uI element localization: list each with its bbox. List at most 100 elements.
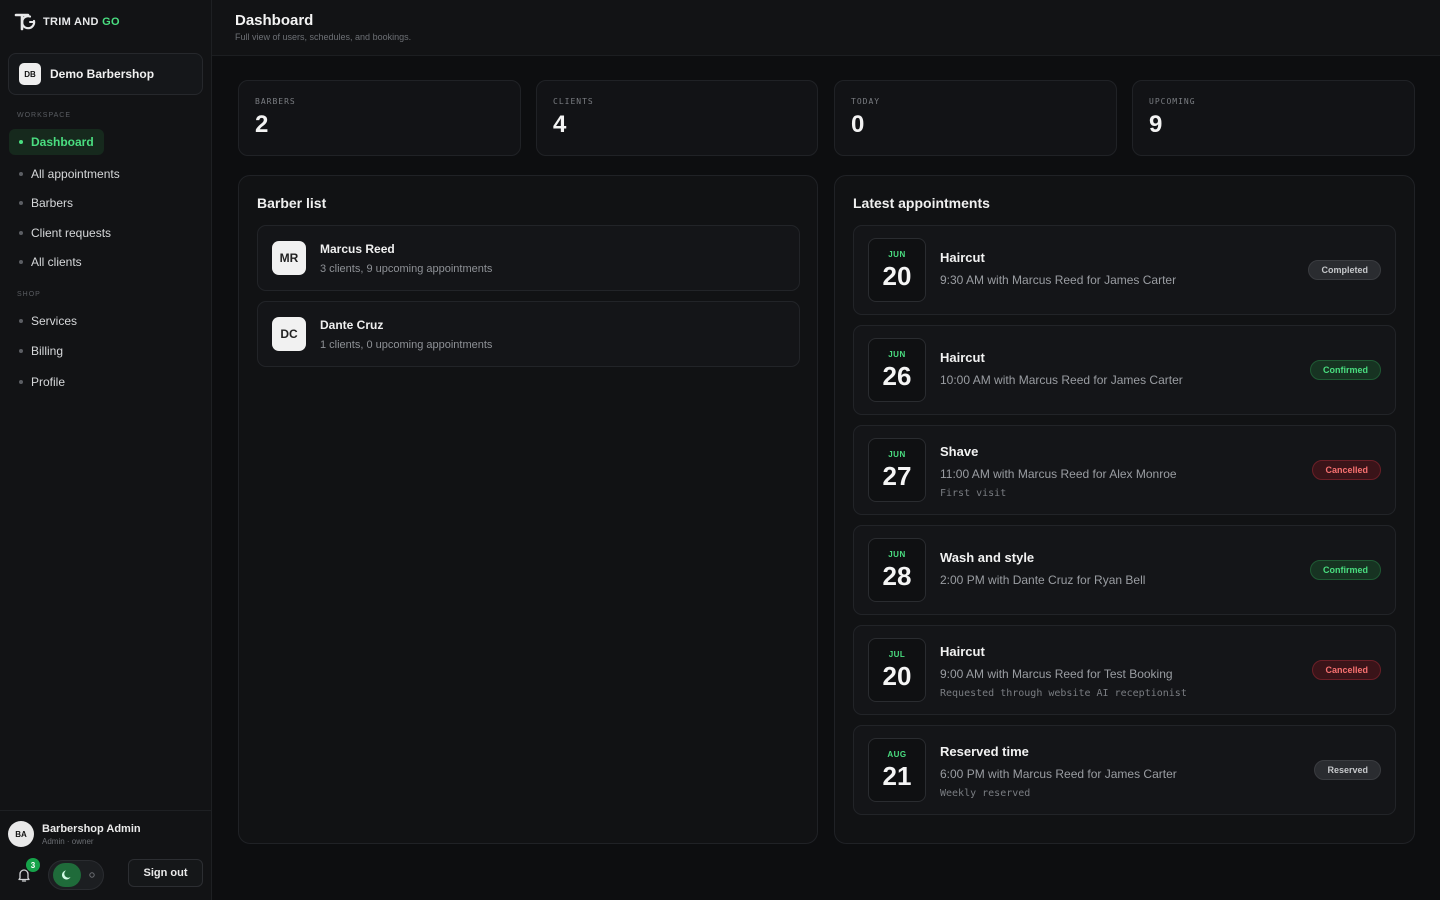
sidebar-item-label: Services	[31, 314, 78, 328]
appointment-service: Reserved time	[940, 744, 1029, 759]
status-badge: Confirmed	[1310, 360, 1381, 380]
date-month: AUG	[887, 750, 907, 759]
nav-section-workspace: WORKSPACE	[17, 112, 71, 119]
nav-section-shop: SHOP	[17, 291, 41, 298]
appointment-detail: 9:30 AM with Marcus Reed for James Carte…	[940, 273, 1177, 287]
date-badge: AUG 21	[868, 738, 926, 802]
status-badge: Confirmed	[1310, 560, 1381, 580]
appointment-row[interactable]: JUN 27 Shave 11:00 AM with Marcus Reed f…	[853, 425, 1396, 515]
appointment-detail: 11:00 AM with Marcus Reed for Alex Monro…	[940, 467, 1177, 481]
date-badge: JUN 20	[868, 238, 926, 302]
brand-name: TRIM AND GO	[43, 16, 120, 28]
logo-icon	[14, 13, 36, 31]
appointment-note: Requested through website AI receptionis…	[940, 688, 1187, 699]
date-month: JUL	[888, 650, 906, 659]
sidebar-item-all-clients[interactable]: All clients	[9, 249, 92, 275]
bullet-icon	[19, 380, 23, 384]
date-month: JUN	[888, 250, 906, 259]
sidebar-item-billing[interactable]: Billing	[9, 338, 73, 364]
panel-title: Latest appointments	[853, 195, 990, 211]
bullet-icon	[19, 319, 23, 323]
appointment-detail: 6:00 PM with Marcus Reed for James Carte…	[940, 767, 1177, 781]
sidebar-item-all-appointments[interactable]: All appointments	[9, 161, 130, 187]
page-subtitle: Full view of users, schedules, and booki…	[235, 32, 412, 42]
sidebar-footer: BA Barbershop Admin Admin · owner 3 Sign…	[0, 810, 212, 900]
appointment-service: Haircut	[940, 644, 985, 659]
date-day: 28	[882, 561, 912, 591]
stat-value: 0	[851, 111, 865, 138]
sidebar-item-label: Billing	[31, 344, 64, 358]
appointment-service: Haircut	[940, 350, 985, 365]
appointment-note: First visit	[940, 488, 1007, 499]
stat-card-today: TODAY 0	[834, 80, 1117, 156]
page-title: Dashboard	[235, 12, 314, 29]
appointment-service: Haircut	[940, 250, 985, 265]
list-item[interactable]: MR Marcus Reed 3 clients, 9 upcoming app…	[257, 225, 800, 291]
sidebar-item-barbers[interactable]: Barbers	[9, 190, 83, 216]
date-day: 21	[882, 761, 912, 791]
barber-meta: 3 clients, 9 upcoming appointments	[320, 262, 493, 275]
date-day: 27	[882, 461, 912, 491]
sidebar-item-label: Client requests	[31, 226, 112, 240]
appointment-row[interactable]: JUN 26 Haircut 10:00 AM with Marcus Reed…	[853, 325, 1396, 415]
user-role: Admin · owner	[42, 836, 94, 846]
sidebar-item-label: Profile	[31, 375, 66, 389]
stat-value: 2	[255, 111, 269, 138]
barber-list-panel: Barber list MR Marcus Reed 3 clients, 9 …	[238, 175, 818, 844]
notifications-button[interactable]: 3	[10, 858, 40, 889]
status-badge: Cancelled	[1312, 660, 1381, 680]
appointment-row[interactable]: AUG 21 Reserved time 6:00 PM with Marcus…	[853, 725, 1396, 815]
date-day: 20	[882, 261, 912, 291]
avatar: DC	[272, 317, 306, 351]
sidebar-item-client-requests[interactable]: Client requests	[9, 220, 121, 246]
stat-label: TODAY	[851, 97, 881, 106]
user-name: Barbershop Admin	[42, 822, 141, 835]
workspace-switcher[interactable]: DB Demo Barbershop	[8, 53, 203, 95]
bullet-icon	[19, 260, 23, 264]
page-header: Dashboard Full view of users, schedules,…	[212, 0, 1440, 56]
theme-knob	[53, 863, 81, 887]
sidebar-item-profile[interactable]: Profile	[9, 369, 75, 395]
avatar: MR	[272, 241, 306, 275]
theme-toggle[interactable]	[48, 860, 104, 890]
moon-icon	[61, 870, 71, 880]
bullet-icon	[19, 231, 23, 235]
workspace-name: Demo Barbershop	[50, 67, 155, 81]
stat-value: 4	[553, 111, 567, 138]
brand[interactable]: TRIM AND GO	[14, 12, 120, 32]
sidebar-item-services[interactable]: Services	[9, 308, 87, 334]
status-badge: Cancelled	[1312, 460, 1381, 480]
stat-card-upcoming: UPCOMING 9	[1132, 80, 1415, 156]
stat-label: UPCOMING	[1149, 97, 1196, 106]
list-item[interactable]: DC Dante Cruz 1 clients, 0 upcoming appo…	[257, 301, 800, 367]
date-badge: JUN 26	[868, 338, 926, 402]
sidebar-item-label: All clients	[31, 255, 82, 269]
date-day: 20	[882, 661, 912, 691]
bullet-icon	[19, 349, 23, 353]
appointment-detail: 10:00 AM with Marcus Reed for James Cart…	[940, 373, 1183, 387]
appointment-row[interactable]: JUN 28 Wash and style 2:00 PM with Dante…	[853, 525, 1396, 615]
date-month: JUN	[888, 550, 906, 559]
avatar: BA	[8, 821, 34, 847]
stat-label: CLIENTS	[553, 97, 594, 106]
panel-title: Barber list	[257, 195, 327, 211]
notification-count-badge: 3	[26, 858, 40, 872]
sidebar-item-dashboard[interactable]: Dashboard	[9, 129, 104, 155]
bullet-icon	[19, 201, 23, 205]
appointment-detail: 2:00 PM with Dante Cruz for Ryan Bell	[940, 573, 1146, 587]
date-badge: JUL 20	[868, 638, 926, 702]
barber-meta: 1 clients, 0 upcoming appointments	[320, 338, 493, 351]
sun-icon	[89, 872, 95, 878]
appointment-note: Weekly reserved	[940, 788, 1031, 799]
sidebar-item-label: Dashboard	[31, 135, 94, 149]
barber-name: Marcus Reed	[320, 241, 395, 256]
sign-out-button[interactable]: Sign out	[128, 859, 203, 887]
appointment-service: Shave	[940, 444, 979, 459]
bullet-icon	[19, 140, 23, 144]
date-month: JUN	[888, 350, 906, 359]
sidebar-item-label: All appointments	[31, 167, 120, 181]
appointment-row[interactable]: JUN 20 Haircut 9:30 AM with Marcus Reed …	[853, 225, 1396, 315]
appointment-row[interactable]: JUL 20 Haircut 9:00 AM with Marcus Reed …	[853, 625, 1396, 715]
date-badge: JUN 27	[868, 438, 926, 502]
user-profile[interactable]: BA Barbershop Admin Admin · owner	[8, 821, 141, 847]
